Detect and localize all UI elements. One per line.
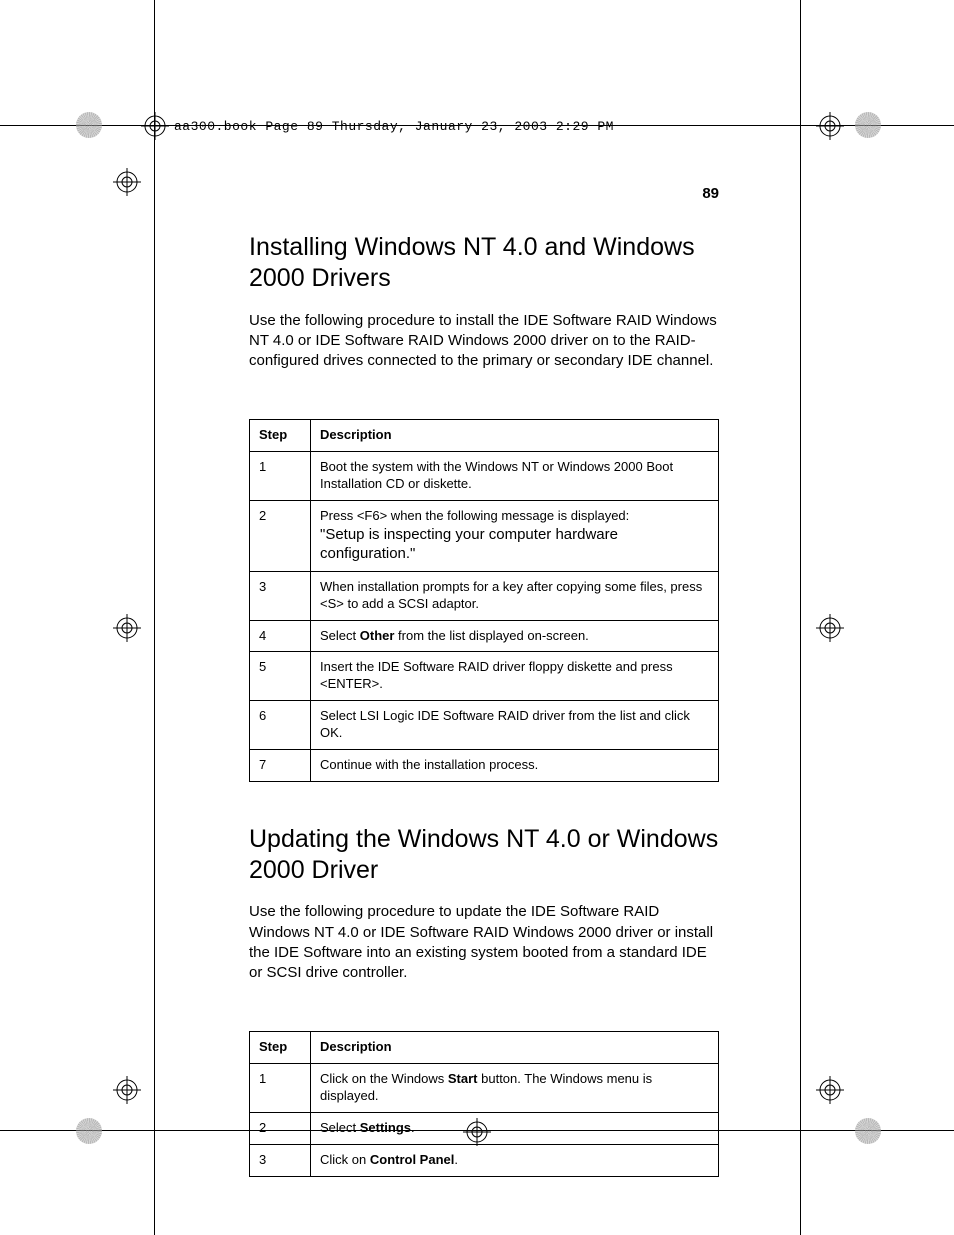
texture-ball-icon (855, 112, 881, 138)
section1-table: Step Description 1 Boot the system with … (249, 419, 719, 782)
table-row: 7 Continue with the installation process… (250, 750, 719, 782)
col-header-step: Step (250, 1032, 311, 1064)
crop-mark-icon (816, 1076, 844, 1104)
texture-ball-icon (76, 1118, 102, 1144)
section1-heading: Installing Windows NT 4.0 and Windows 20… (249, 232, 719, 295)
crop-mark-icon (113, 168, 141, 196)
texture-ball-icon (76, 112, 102, 138)
col-header-desc: Description (311, 420, 719, 452)
crop-mark-icon (816, 112, 844, 140)
crop-mark-icon (141, 112, 169, 140)
table-row: 1 Boot the system with the Windows NT or… (250, 452, 719, 501)
table-row: 3 Click on Control Panel. (250, 1145, 719, 1177)
page-number: 89 (249, 185, 719, 202)
section2-intro: Use the following procedure to update th… (249, 902, 719, 983)
col-header-step: Step (250, 420, 311, 452)
table-row: 1 Click on the Windows Start button. The… (250, 1064, 719, 1113)
table-row: 5 Insert the IDE Software RAID driver fl… (250, 652, 719, 701)
section2-heading: Updating the Windows NT 4.0 or Windows 2… (249, 824, 719, 887)
crop-mark-icon (816, 614, 844, 642)
table-row: 6 Select LSI Logic IDE Software RAID dri… (250, 701, 719, 750)
table-row: 2 Select Settings. (250, 1113, 719, 1145)
section1-intro: Use the following procedure to install t… (249, 311, 719, 372)
crop-mark-icon (113, 1076, 141, 1104)
section2-table: Step Description 1 Click on the Windows … (249, 1031, 719, 1176)
table-row: 3 When installation prompts for a key af… (250, 571, 719, 620)
crop-mark-icon (113, 614, 141, 642)
table-row: 2 Press <F6> when the following message … (250, 500, 719, 571)
texture-ball-icon (855, 1118, 881, 1144)
framemaker-header: aa300.book Page 89 Thursday, January 23,… (174, 119, 614, 134)
table-row: 4 Select Other from the list displayed o… (250, 620, 719, 652)
col-header-desc: Description (311, 1032, 719, 1064)
page-content: 89 Installing Windows NT 4.0 and Windows… (249, 185, 719, 1219)
